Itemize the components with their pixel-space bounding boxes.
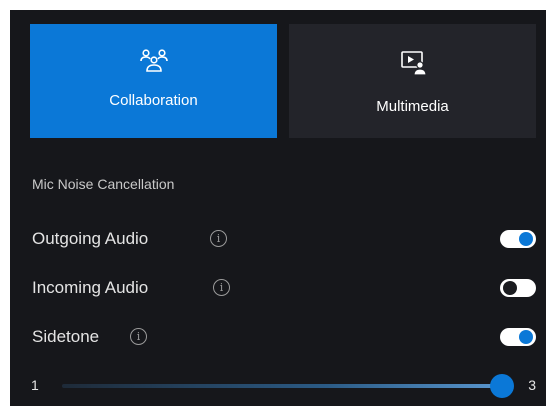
setting-row-incoming-audio: Incoming Audio i [32, 276, 536, 300]
slider-min-label: 1 [31, 377, 39, 393]
info-icon[interactable]: i [130, 328, 147, 345]
toggle-knob [519, 232, 533, 246]
incoming-audio-toggle[interactable] [500, 279, 536, 297]
toggle-knob [519, 330, 533, 344]
outgoing-audio-toggle[interactable] [500, 230, 536, 248]
sidetone-level-slider: 1 3 [30, 374, 536, 398]
mode-tabs: Collaboration Multimedia [30, 24, 536, 138]
media-presenter-icon [400, 51, 427, 76]
section-title: Mic Noise Cancellation [32, 176, 175, 192]
info-icon[interactable]: i [213, 279, 230, 296]
toggle-knob [503, 281, 517, 295]
sidetone-toggle[interactable] [500, 328, 536, 346]
tab-collaboration[interactable]: Collaboration [30, 24, 277, 138]
tab-multimedia[interactable]: Multimedia [289, 24, 536, 138]
slider-thumb[interactable] [490, 374, 514, 398]
tab-multimedia-label: Multimedia [376, 98, 449, 115]
info-icon[interactable]: i [210, 230, 227, 247]
slider-track[interactable] [62, 384, 504, 388]
setting-label: Outgoing Audio [32, 229, 149, 248]
setting-label: Sidetone [32, 327, 100, 346]
slider-max-label: 3 [528, 377, 536, 393]
people-group-icon [139, 49, 168, 72]
tab-collaboration-label: Collaboration [109, 92, 198, 109]
setting-label: Incoming Audio [32, 278, 149, 297]
setting-row-outgoing-audio: Outgoing Audio i [32, 227, 536, 251]
setting-row-sidetone: Sidetone i [32, 325, 536, 349]
audio-settings-panel: Collaboration Multimedia Mic Noise Cance… [10, 10, 546, 406]
